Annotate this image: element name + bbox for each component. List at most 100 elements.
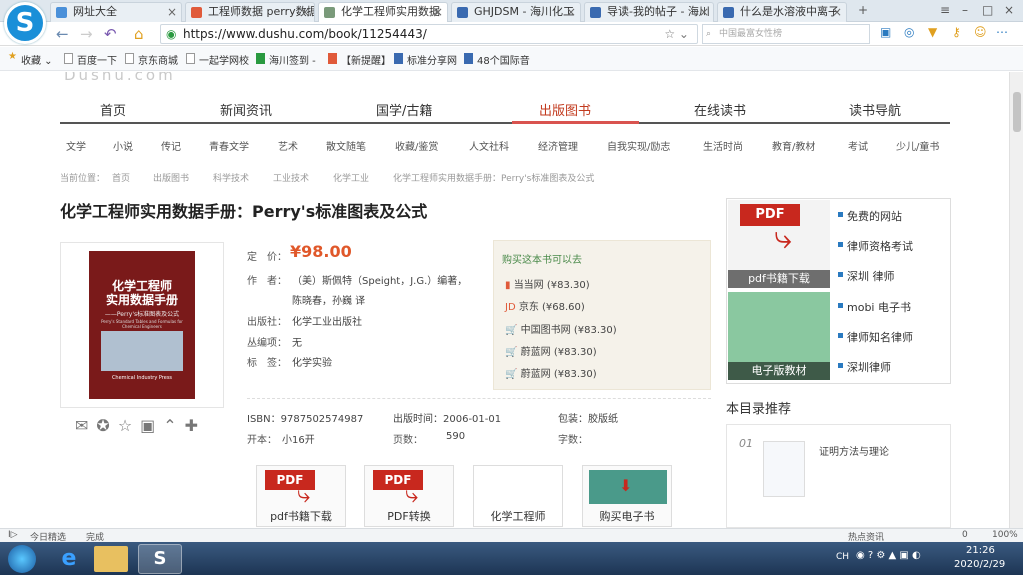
- subnav-item[interactable]: 少儿/童书: [896, 138, 939, 153]
- shop-link[interactable]: 🛒 中国图书网 (¥83.30): [505, 321, 617, 336]
- zoom-level[interactable]: 100%: [992, 530, 1018, 540]
- author-line[interactable]: （美）斯佩特（Speight，J.G.）编著，: [292, 272, 467, 287]
- smiley-icon[interactable]: ☺: [974, 25, 987, 39]
- minimize-icon[interactable]: –: [962, 3, 968, 17]
- back-icon[interactable]: ←: [56, 25, 69, 43]
- subnav-item[interactable]: 考试: [848, 138, 868, 153]
- tab-5[interactable]: 什么是水溶液中离子 ×: [717, 2, 847, 22]
- close-icon[interactable]: ×: [832, 3, 842, 21]
- close-icon[interactable]: ×: [167, 3, 177, 21]
- breadcrumb-item[interactable]: 科学技术: [213, 171, 249, 184]
- subnav-item[interactable]: 青春文学: [209, 138, 249, 153]
- more-icon[interactable]: ⋯: [996, 25, 1008, 39]
- new-tab-icon[interactable]: +: [858, 3, 868, 17]
- sidebar-toggle-icon[interactable]: I▷: [8, 530, 18, 540]
- breadcrumb-item[interactable]: 工业技术: [273, 171, 309, 184]
- maximize-icon[interactable]: □: [982, 3, 993, 17]
- nav-reading-guide[interactable]: 读书导航: [849, 100, 901, 122]
- bookmark-favorites[interactable]: ★ 收藏 ⌄: [8, 51, 53, 67]
- bookmark-item[interactable]: 一起学网校: [186, 52, 249, 67]
- search-input[interactable]: ⌕ 中国最富女性榜: [702, 24, 870, 44]
- subnav-item[interactable]: 收藏/鉴赏: [395, 138, 438, 153]
- ad-link[interactable]: 律师资格考试: [838, 238, 913, 254]
- browser-taskbar-icon[interactable]: S: [138, 544, 182, 574]
- zoom-icon[interactable]: ◎: [904, 25, 914, 39]
- nav-home[interactable]: 首页: [100, 100, 126, 122]
- ad-link[interactable]: 免费的网站: [838, 208, 902, 224]
- ad-link[interactable]: 深圳律师: [838, 359, 891, 375]
- tab-3[interactable]: GHJDSM - 海川化工 ×: [451, 2, 581, 22]
- start-button[interactable]: [8, 545, 36, 573]
- url-field[interactable]: ◉ https://www.dushu.com/book/11254443/ ☆ ⌄: [160, 24, 698, 44]
- subnav-item[interactable]: 传记: [161, 138, 181, 153]
- browser-logo[interactable]: S: [4, 2, 46, 44]
- scrollbar[interactable]: [1009, 72, 1023, 528]
- forward-icon[interactable]: →: [80, 25, 93, 43]
- home-icon[interactable]: ⌂: [134, 25, 144, 43]
- subnav-item[interactable]: 经济管理: [538, 138, 578, 153]
- close-icon[interactable]: ×: [566, 3, 576, 21]
- shop-link[interactable]: JD 京东 (¥68.60): [505, 298, 585, 313]
- scrollbar-thumb[interactable]: [1013, 92, 1021, 132]
- subnav-item[interactable]: 文学: [66, 138, 86, 153]
- download-icon[interactable]: ▼: [928, 25, 937, 39]
- subnav-item[interactable]: 生活时尚: [703, 138, 743, 153]
- book-cover[interactable]: 化学工程师 实用数据手册 ——Perry's标准图表及公式 Perry's Sta…: [89, 251, 195, 399]
- subnav-item[interactable]: 小说: [113, 138, 133, 153]
- key-icon[interactable]: ⚷: [952, 25, 961, 39]
- tab-4[interactable]: 导读-我的帖子 - 海川 ×: [584, 2, 714, 22]
- close-icon[interactable]: ×: [699, 3, 709, 21]
- ie-icon[interactable]: e: [52, 545, 86, 573]
- tag-value[interactable]: 化学实验: [292, 354, 332, 369]
- bookmark-item[interactable]: 48个国际音: [464, 52, 530, 67]
- publisher-value[interactable]: 化学工业出版社: [292, 313, 362, 328]
- ad-link[interactable]: 律师知名律师: [838, 329, 913, 345]
- recommend-item[interactable]: 证明方法与理论: [819, 443, 889, 458]
- folder-icon[interactable]: [94, 546, 128, 572]
- ad-chem-engineer[interactable]: 化学工程师: [473, 465, 563, 527]
- menu-icon[interactable]: ≡: [940, 3, 950, 17]
- ad-link[interactable]: mobi 电子书: [838, 299, 911, 315]
- shop-link[interactable]: 🛒 蔚蓝网 (¥83.30): [505, 343, 597, 358]
- recommend-cover[interactable]: [763, 441, 805, 497]
- subnav-item[interactable]: 自我实现/励志: [607, 138, 670, 153]
- ad-tile-ebook[interactable]: 电子版教材: [728, 292, 830, 380]
- star-icon[interactable]: ☆ ⌄: [664, 25, 689, 43]
- close-icon[interactable]: ×: [300, 3, 310, 21]
- close-icon[interactable]: ×: [433, 3, 443, 21]
- ad-pdf-download[interactable]: PDF ⤷ pdf书籍下载: [256, 465, 346, 527]
- bookmark-item[interactable]: 标准分享网: [394, 52, 457, 67]
- subnav-item[interactable]: 散文随笔: [326, 138, 366, 153]
- tab-2[interactable]: 化学工程师实用数据 ×: [318, 2, 448, 22]
- bookmark-item[interactable]: 京东商城: [125, 52, 178, 67]
- breadcrumb-item[interactable]: 化学工业: [333, 171, 369, 184]
- close-window-icon[interactable]: ×: [1004, 3, 1014, 17]
- nav-news[interactable]: 新闻资讯: [220, 100, 272, 122]
- extension-icon[interactable]: ▣: [880, 25, 891, 39]
- breadcrumb-item[interactable]: 出版图书: [153, 171, 189, 184]
- shop-link[interactable]: 🛒 蔚蓝网 (¥83.30): [505, 365, 597, 380]
- nav-classics[interactable]: 国学/古籍: [376, 100, 432, 122]
- ad-buy-ebook[interactable]: ⬇ 购买电子书: [582, 465, 672, 527]
- ad-link[interactable]: 深圳 律师: [838, 268, 895, 284]
- nav-online-reading[interactable]: 在线读书: [694, 100, 746, 122]
- bookmark-item[interactable]: 百度一下: [64, 52, 117, 67]
- tray-icons[interactable]: ◉ ? ⚙ ▲ ▣ ◐: [856, 550, 921, 561]
- input-language[interactable]: CH: [836, 552, 849, 562]
- share-icons[interactable]: ✉✪☆▣⌃✚: [75, 416, 206, 435]
- subnav-item[interactable]: 人文社科: [469, 138, 509, 153]
- ad-pdf-convert[interactable]: PDF ⤷ PDF转换: [364, 465, 454, 527]
- tab-1[interactable]: 工程师数据 perry数据 ×: [185, 2, 315, 22]
- translator-line[interactable]: 陈晓春，孙巍 译: [292, 292, 365, 307]
- bookmark-item[interactable]: 海川签到 -: [256, 52, 316, 67]
- undo-icon[interactable]: ↶: [104, 25, 117, 43]
- site-logo[interactable]: Dushu.com: [64, 72, 176, 84]
- breadcrumb-item[interactable]: 首页: [112, 171, 130, 184]
- bookmark-item[interactable]: 【新提醒】: [328, 52, 391, 67]
- subnav-item[interactable]: 艺术: [278, 138, 298, 153]
- shop-link[interactable]: ▮ 当当网 (¥83.30): [505, 276, 590, 291]
- ad-tile-pdf[interactable]: PDF ⤷ pdf书籍下载: [728, 200, 830, 288]
- subnav-item[interactable]: 教育/教材: [772, 138, 815, 153]
- tab-0[interactable]: 网址大全 ×: [50, 2, 182, 22]
- nav-books[interactable]: 出版图书: [539, 100, 591, 122]
